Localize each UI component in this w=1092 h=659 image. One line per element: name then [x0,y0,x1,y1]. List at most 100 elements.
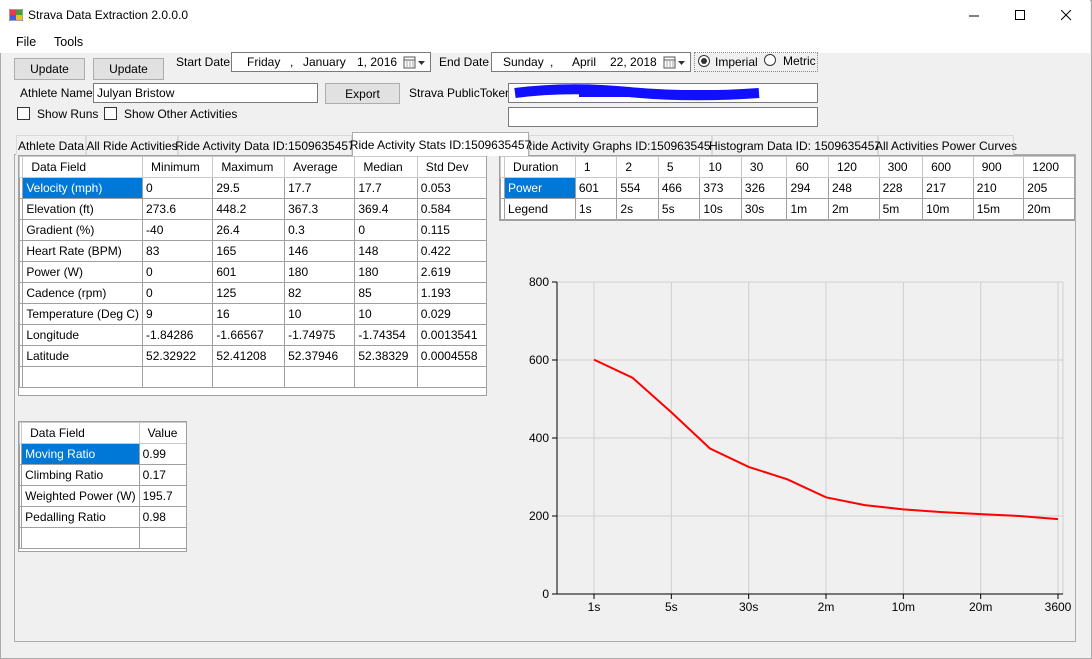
tab-ride-activity-graphs[interactable]: Ride Activity Graphs ID:1509635457 [524,135,717,155]
table-row[interactable]: Velocity (mph) 0 29.5 17.7 17.7 0.053 [19,177,486,199]
table-cell[interactable]: Power [504,177,576,199]
show-runs-checkbox[interactable] [17,107,30,120]
table-cell[interactable] [22,366,144,388]
table-cell[interactable]: Temperature (Deg C) [22,303,144,325]
table-cell[interactable]: -1.74975 [284,324,356,346]
column-header[interactable]: Data Field [21,422,140,444]
table-cell[interactable]: 10m [922,198,974,220]
table-cell[interactable]: 0.17 [138,464,186,486]
power-grid[interactable]: Duration 1 2 5 10 30 60 120 300 600 900 1200 Power 6… [499,155,1075,221]
tab-histogram-data[interactable]: Histogram Data ID: 1509635457 [709,135,881,155]
table-cell[interactable]: 0.053 [416,177,486,199]
column-header[interactable]: 2 [616,156,659,178]
update-button-2[interactable]: Update [93,58,164,80]
table-cell[interactable]: 5m [878,198,924,220]
metric-radio[interactable] [764,54,776,66]
table-cell[interactable]: 367.3 [284,198,356,220]
table-cell[interactable]: Gradient (%) [22,219,144,241]
power-curve-chart[interactable]: 0 200 400 600 800 1s 5s 30s 2m 10m 20m 3600 [500,262,1075,622]
table-cell[interactable]: Elevation (ft) [22,198,144,220]
table-cell[interactable]: 554 [616,177,659,199]
table-cell[interactable]: 148 [354,240,418,262]
column-header[interactable]: Std Dev [416,156,486,178]
table-row[interactable]: Longitude -1.84286 -1.66567 -1.74975 -1.7435… [19,324,486,346]
table-cell[interactable]: 601 [574,177,618,199]
table-cell[interactable]: Heart Rate (BPM) [22,240,144,262]
table-cell[interactable]: 0 [354,219,418,241]
table-cell[interactable]: 195.7 [138,485,186,507]
table-row[interactable] [19,527,186,549]
show-other-checkbox[interactable] [104,107,117,120]
table-cell[interactable]: 210 [972,177,1025,199]
table-cell[interactable]: 82 [284,282,356,304]
table-cell[interactable]: 448.2 [212,198,286,220]
table-cell[interactable]: -1.84286 [142,324,214,346]
column-header[interactable]: Value [138,422,186,444]
tab-athlete-data[interactable]: Athlete Data [16,135,86,155]
table-cell[interactable]: 180 [284,261,356,283]
table-cell[interactable]: 17.7 [354,177,418,199]
table-cell[interactable]: 1.193 [416,282,486,304]
table-cell[interactable] [212,366,286,388]
table-cell[interactable]: Moving Ratio [21,443,140,465]
table-cell[interactable]: 369.4 [354,198,418,220]
table-cell[interactable]: 2s [616,198,659,220]
table-cell[interactable]: 165 [212,240,286,262]
column-header[interactable]: Median [354,156,418,178]
table-row[interactable]: Power 601 554 466 373 326 294 248 228 217 210 205 [500,177,1074,199]
column-header[interactable]: 600 [922,156,974,178]
start-date-picker[interactable]: Friday , January 1, 2016 [231,52,431,72]
table-row[interactable]: Cadence (rpm) 0 125 82 85 1.193 [19,282,486,304]
minimize-button[interactable] [951,0,997,31]
table-row[interactable]: Pedalling Ratio 0.98 [19,506,186,528]
table-cell[interactable]: 52.38329 [354,345,418,367]
table-cell[interactable]: 0.115 [416,219,486,241]
table-cell[interactable]: 0.584 [416,198,486,220]
table-cell[interactable]: 15m [972,198,1025,220]
table-cell[interactable]: 52.32922 [142,345,214,367]
table-cell[interactable]: 294 [786,177,829,199]
table-row[interactable]: Gradient (%) -40 26.4 0.3 0 0.115 [19,219,486,241]
table-cell[interactable]: 0 [142,177,214,199]
token-input[interactable] [508,83,818,103]
calendar-dropdown-icon[interactable] [663,56,689,69]
close-button[interactable] [1043,0,1089,31]
table-cell[interactable]: 26.4 [212,219,286,241]
table-row[interactable]: Elevation (ft) 273.6 448.2 367.3 369.4 0.584 [19,198,486,220]
table-cell[interactable]: 326 [740,177,788,199]
column-header[interactable]: 30 [740,156,788,178]
table-cell[interactable] [21,527,140,549]
table-cell[interactable]: Power (W) [22,261,144,283]
table-cell[interactable]: Longitude [22,324,144,346]
table-cell[interactable]: 2m [827,198,880,220]
table-cell[interactable]: -1.66567 [212,324,286,346]
table-cell[interactable]: 16 [212,303,286,325]
table-cell[interactable]: 29.5 [212,177,286,199]
tab-ride-activity-stats[interactable]: Ride Activity Stats ID:1509635457 [350,132,531,156]
table-cell[interactable]: Pedalling Ratio [21,506,140,528]
table-cell[interactable]: Latitude [22,345,144,367]
table-cell[interactable] [416,366,486,388]
table-cell[interactable]: 125 [212,282,286,304]
column-header[interactable]: Duration [504,156,576,178]
table-cell[interactable]: 0.0013541 [416,324,486,346]
table-cell[interactable]: 146 [284,240,356,262]
column-header[interactable]: 10 [699,156,742,178]
column-header[interactable]: 120 [827,156,880,178]
ratio-grid[interactable]: Data Field Value Moving Ratio 0.99 Climbing… [18,421,187,552]
calendar-dropdown-icon[interactable] [403,56,429,69]
table-cell[interactable]: 1m [786,198,829,220]
table-cell[interactable]: 0.422 [416,240,486,262]
table-cell[interactable]: 0.029 [416,303,486,325]
table-row[interactable]: Heart Rate (BPM) 83 165 146 148 0.422 [19,240,486,262]
tab-all-ride-activities[interactable]: All Ride Activities [86,135,178,155]
maximize-button[interactable] [997,0,1043,31]
table-cell[interactable]: 83 [142,240,214,262]
table-row[interactable]: Weighted Power (W) 195.7 [19,485,186,507]
table-cell[interactable]: 2.619 [416,261,486,283]
token-secondary-input[interactable] [508,107,818,127]
table-cell[interactable]: 10 [354,303,418,325]
table-cell[interactable] [138,527,186,549]
table-cell[interactable]: 10s [699,198,742,220]
tab-all-activities-power-curves[interactable]: All Activities Power Curves [875,135,1017,155]
